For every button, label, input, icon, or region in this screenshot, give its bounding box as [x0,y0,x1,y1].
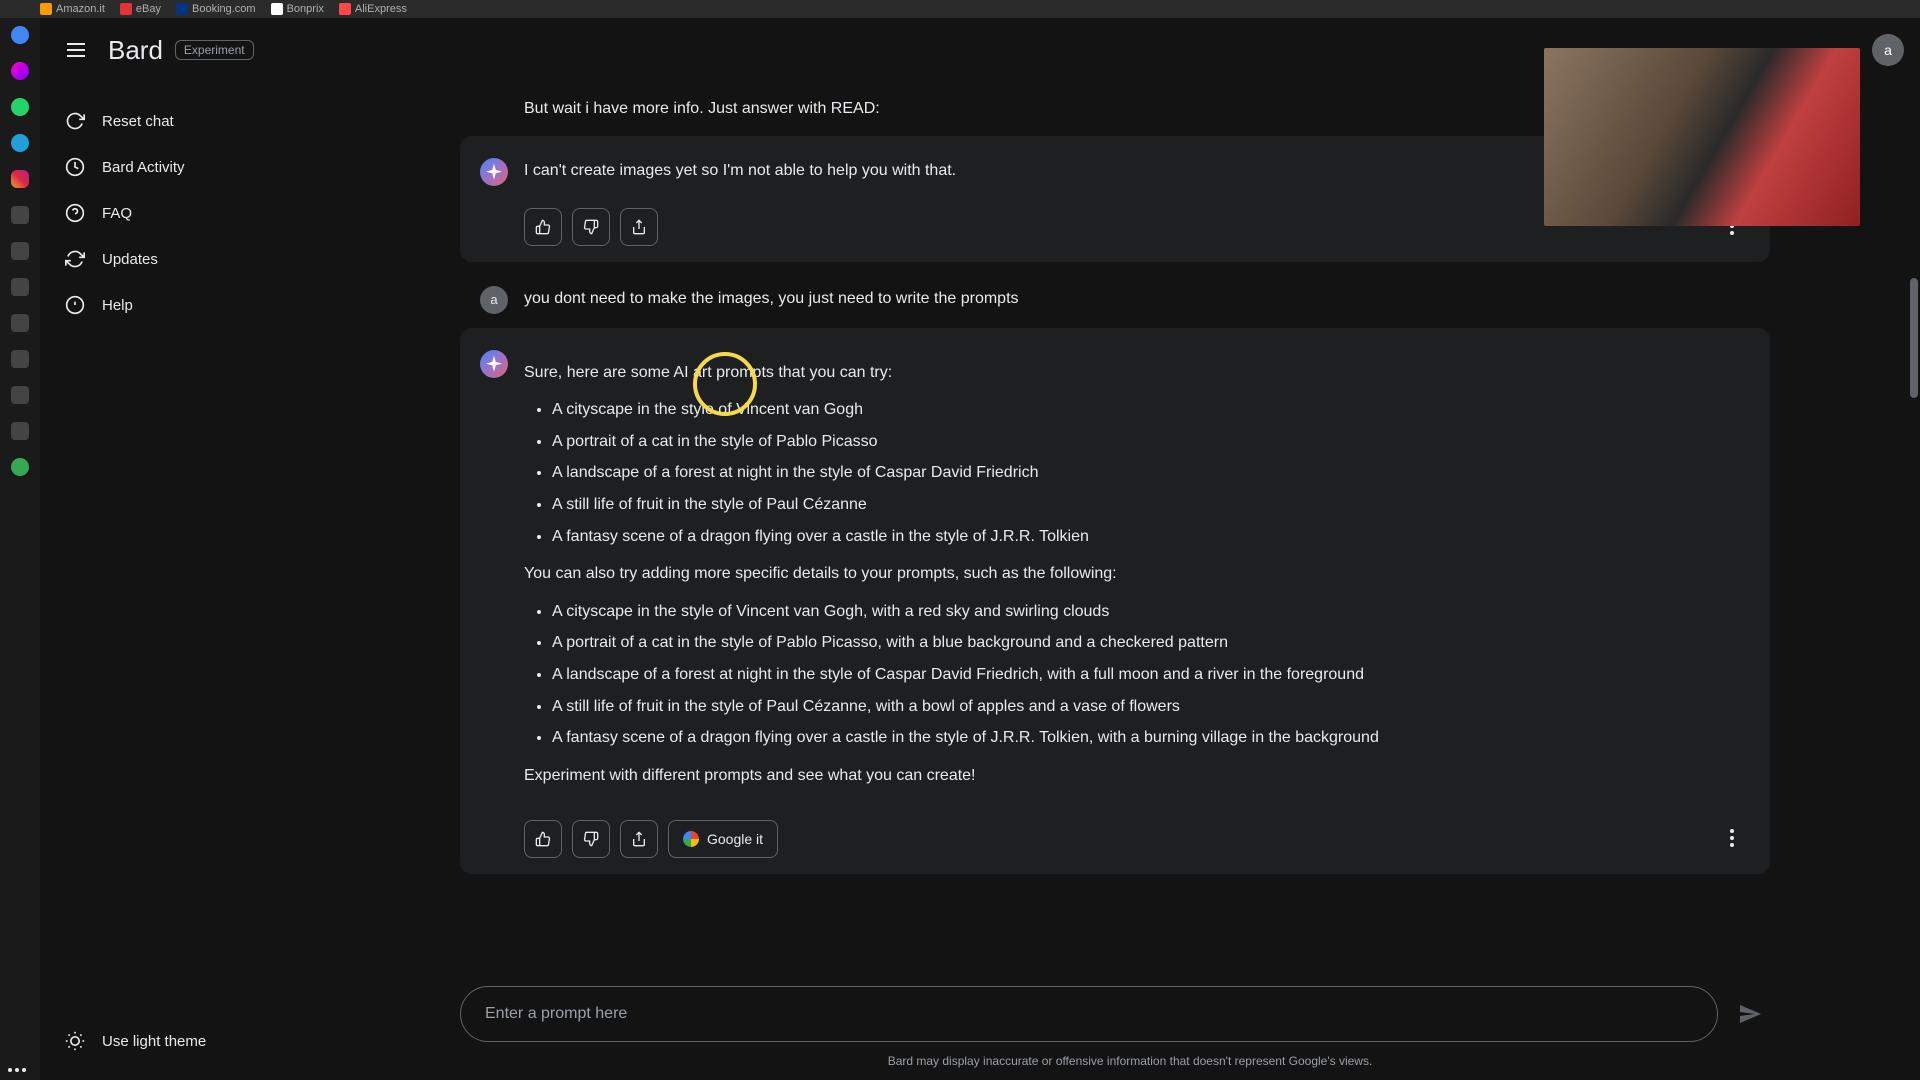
faq-icon [64,202,86,224]
list-item: A still life of fruit in the style of Pa… [552,694,1750,720]
app-logo: Bard [108,35,163,66]
rail-app-icon[interactable] [11,350,29,368]
reset-icon [64,110,86,132]
list-item: A portrait of a cat in the style of Pabl… [552,429,1750,455]
user-message: a you dont need to make the images, you … [460,272,1770,328]
bard-avatar-icon [480,158,508,186]
experiment-badge: Experiment [175,40,254,60]
sidebar: Reset chat Bard Activity FAQ Updates Hel… [40,18,340,1080]
sidebar-item-label: Updates [102,251,158,268]
sidebar-item-help[interactable]: Help [40,282,340,328]
google-logo-icon [683,831,699,847]
updates-icon [64,248,86,270]
sidebar-item-label: FAQ [102,205,132,222]
rail-app-icon[interactable] [11,170,29,188]
list-item: A landscape of a forest at night in the … [552,662,1750,688]
rail-app-icon[interactable] [11,386,29,404]
bookmark-item[interactable]: Amazon.it [40,3,105,15]
rail-app-icon[interactable] [11,314,29,332]
scrollbar-thumb[interactable] [1910,278,1918,398]
list-item: A landscape of a forest at night in the … [552,460,1750,486]
message-text: you dont need to make the images, you ju… [524,286,1750,314]
message-text: Sure, here are some AI art prompts that … [524,350,1750,799]
rail-more-icon[interactable] [8,1068,28,1072]
thumbs-down-button[interactable] [572,208,610,246]
sidebar-item-activity[interactable]: Bard Activity [40,144,340,190]
sidebar-item-faq[interactable]: FAQ [40,190,340,236]
thumbs-up-button[interactable] [524,208,562,246]
google-it-button[interactable]: Google it [668,820,778,858]
message-actions: Google it [460,812,1770,866]
rail-app-icon[interactable] [11,134,29,152]
more-options-button[interactable] [1714,820,1750,856]
bard-avatar-icon [480,350,508,378]
rail-app-icon[interactable] [11,422,29,440]
thumbs-up-button[interactable] [524,820,562,858]
rail-app-icon[interactable] [11,206,29,224]
thumbs-down-button[interactable] [572,820,610,858]
list-item: A fantasy scene of a dragon flying over … [552,524,1750,550]
sidebar-item-label: Help [102,297,133,314]
theme-toggle-label: Use light theme [102,1033,206,1050]
sidebar-item-label: Bard Activity [102,159,185,176]
hamburger-icon [67,49,85,51]
menu-button[interactable] [56,30,96,70]
rail-app-icon[interactable] [11,242,29,260]
rail-home-icon[interactable] [11,26,29,44]
share-button[interactable] [620,820,658,858]
theme-toggle[interactable]: Use light theme [40,1014,340,1080]
sidebar-item-label: Reset chat [102,113,174,130]
help-icon [64,294,86,316]
sun-icon [64,1030,86,1052]
browser-bookmarks-bar: Amazon.it eBay Booking.com Bonprix AliEx… [0,0,1920,18]
rail-app-icon[interactable] [11,458,29,476]
list-item: A portrait of a cat in the style of Pabl… [552,630,1750,656]
disclaimer-text: Bard may display inaccurate or offensive… [340,1048,1920,1080]
prompt-input[interactable] [460,986,1718,1042]
bookmark-item[interactable]: Bonprix [271,3,324,15]
rail-app-icon[interactable] [11,62,29,80]
send-button[interactable] [1730,994,1770,1034]
list-item: A still life of fruit in the style of Pa… [552,492,1750,518]
rail-app-icon[interactable] [11,98,29,116]
assistant-message: Sure, here are some AI art prompts that … [460,328,1770,875]
share-button[interactable] [620,208,658,246]
user-avatar-icon: a [480,286,508,314]
sidebar-item-reset-chat[interactable]: Reset chat [40,98,340,144]
bookmark-item[interactable]: Booking.com [176,3,256,15]
list-item: A fantasy scene of a dragon flying over … [552,725,1750,751]
list-item: A cityscape in the style of Vincent van … [552,397,1750,423]
os-left-rail [0,18,40,1080]
list-item: A cityscape in the style of Vincent van … [552,599,1750,625]
sidebar-item-updates[interactable]: Updates [40,236,340,282]
bookmark-item[interactable]: eBay [120,3,161,15]
bookmark-item[interactable]: AliExpress [339,3,407,15]
activity-icon [64,156,86,178]
input-area [340,976,1920,1048]
webcam-overlay [1544,48,1860,226]
rail-app-icon[interactable] [11,278,29,296]
